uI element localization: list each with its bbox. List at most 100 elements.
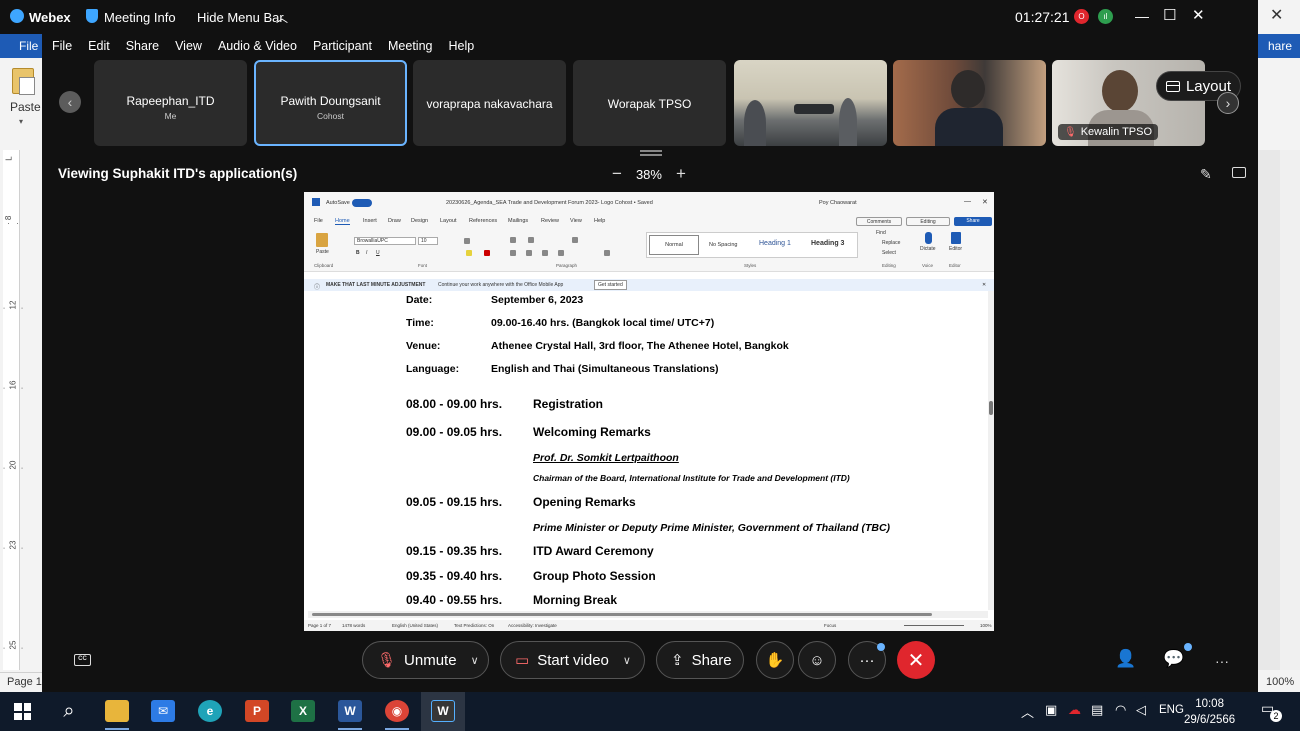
font-name-field[interactable]: BrowalliaUPC [354,237,416,245]
minimize-icon[interactable]: — [964,198,971,205]
bullets-icon[interactable] [510,237,516,243]
select-button[interactable]: Select [882,250,896,256]
text-format-icon[interactable] [464,238,470,244]
numbering-icon[interactable] [528,237,534,243]
focus-button[interactable]: Focus [824,623,836,628]
paste-icon[interactable] [316,233,328,247]
close-icon[interactable]: ✕ [1270,5,1283,25]
menu-item-help[interactable]: Help [448,39,474,53]
participant-tile[interactable]: voraprapa nakavachara [413,60,566,146]
autosave-toggle[interactable] [352,199,372,207]
shared-screen[interactable]: AutoSave 20230626_Agenda_SEA Trade and D… [304,192,994,631]
chevron-down-icon[interactable]: ∨ [471,654,479,667]
indent-icon[interactable] [572,237,578,243]
justify-icon[interactable] [558,250,564,256]
volume-icon[interactable]: ◁ [1136,702,1146,718]
align-right-icon[interactable] [542,250,548,256]
word-icon[interactable]: W [338,700,362,722]
more-panels-icon[interactable]: ··· [1215,653,1229,669]
word-tab-draw[interactable]: Draw [388,218,401,224]
paste-icon[interactable] [12,68,35,95]
word-tab-review[interactable]: Review [541,218,559,224]
replace-button[interactable]: Replace [882,240,900,246]
word-tab-mailings[interactable]: Mailings [508,218,528,224]
word-tab-insert[interactable]: Insert [363,218,377,224]
highlight-icon[interactable] [466,250,472,256]
participants-icon[interactable]: 👤 [1115,649,1136,669]
powerpoint-icon[interactable]: P [245,700,269,722]
excel-icon[interactable]: X [291,700,315,722]
background-file-tab[interactable]: File [19,39,38,53]
maximize-icon[interactable]: ☐ [1163,6,1176,24]
menu-item-participant[interactable]: Participant [313,39,372,53]
chevron-down-icon[interactable]: ∨ [623,654,631,667]
status-predictions[interactable]: Text Predictions: On [454,623,494,628]
background-zoom-level[interactable]: 100% [1266,676,1294,688]
style-heading-3[interactable]: Heading 3 [811,240,844,247]
editor-icon[interactable] [951,232,961,244]
editing-button[interactable]: Editing [906,217,950,226]
editor-button[interactable]: Editor [949,246,962,252]
font-color-icon[interactable] [484,250,490,256]
unmute-button[interactable]: 🎙 Unmute ∨ [362,641,489,679]
chevron-up-icon[interactable]: ︿ [1021,702,1034,721]
display-icon[interactable]: ▤ [1091,702,1103,718]
closed-captions-icon[interactable]: CC [74,654,91,666]
status-zoom[interactable]: 100% [980,623,992,628]
reactions-button[interactable]: ☺ [798,641,836,679]
menu-item-view[interactable]: View [175,39,202,53]
background-scrollbar[interactable] [1280,150,1300,670]
zoom-in-button[interactable]: + [676,164,686,184]
word-tab-file[interactable]: File [314,218,323,224]
menu-item-share[interactable]: Share [126,39,159,53]
edge-icon[interactable]: e [198,700,222,722]
style-no-spacing[interactable]: No Spacing [709,242,737,248]
word-tab-view[interactable]: View [570,218,582,224]
borders-icon[interactable] [604,250,610,256]
mail-icon[interactable]: ✉ [151,700,175,722]
hide-menu-bar-button[interactable]: Hide Menu Bar [197,10,284,25]
annotate-icon[interactable]: ✎ [1200,166,1212,183]
background-share-button[interactable]: hare [1268,39,1292,53]
comments-button[interactable]: Comments [856,217,902,226]
paste-label[interactable]: Paste [10,100,41,114]
underline-icon[interactable]: U [376,250,380,256]
wifi-icon[interactable]: ◠ [1115,702,1126,718]
file-explorer-icon[interactable] [105,700,129,722]
scrollbar-thumb[interactable] [989,401,993,415]
zoom-out-button[interactable]: − [612,164,622,184]
start-icon[interactable] [14,703,31,720]
word-tab-references[interactable]: References [469,218,497,224]
start-video-button[interactable]: ▭ Start video ∨ [500,641,645,679]
scroll-right-button[interactable]: › [1217,92,1239,114]
word-share-button[interactable]: Share [954,217,992,226]
vertical-scrollbar[interactable] [988,291,994,610]
scrollbar-thumb[interactable] [312,613,932,616]
italic-icon[interactable]: I [366,250,367,256]
meeting-info-button[interactable]: Meeting Info [104,10,176,25]
network-icon[interactable]: ıl [1098,9,1113,24]
style-heading-1[interactable]: Heading 1 [759,240,791,247]
status-accessibility[interactable]: Accessibility: Investigate [508,623,557,628]
page-indicator[interactable]: Page 1 [0,672,42,692]
status-language[interactable]: English (United States) [392,623,438,628]
paste-dropdown-icon[interactable]: ▾ [19,117,23,126]
menu-item-edit[interactable]: Edit [88,39,110,53]
chevron-up-icon[interactable]: ︿ [276,9,288,26]
shield-icon[interactable] [86,9,98,23]
participant-video-tile[interactable] [734,60,887,146]
align-center-icon[interactable] [526,250,532,256]
find-button[interactable]: Find [876,230,886,236]
chrome-icon[interactable]: ◉ [385,700,409,722]
status-words[interactable]: 1478 words [342,623,365,628]
close-icon[interactable]: ✕ [982,282,986,288]
bold-icon[interactable]: B [356,250,360,256]
menu-item-meeting[interactable]: Meeting [388,39,432,53]
chat-icon[interactable]: 💬 [1163,649,1184,669]
meet-now-icon[interactable]: ▣ [1045,702,1057,718]
dictate-button[interactable]: Dictate [920,246,936,252]
word-tab-home[interactable]: Home [335,218,350,225]
document-page[interactable]: Date: September 6, 2023 Time: 09.00-16.4… [304,291,994,610]
raise-hand-button[interactable]: ✋ [756,641,794,679]
paste-label[interactable]: Paste [316,249,329,255]
